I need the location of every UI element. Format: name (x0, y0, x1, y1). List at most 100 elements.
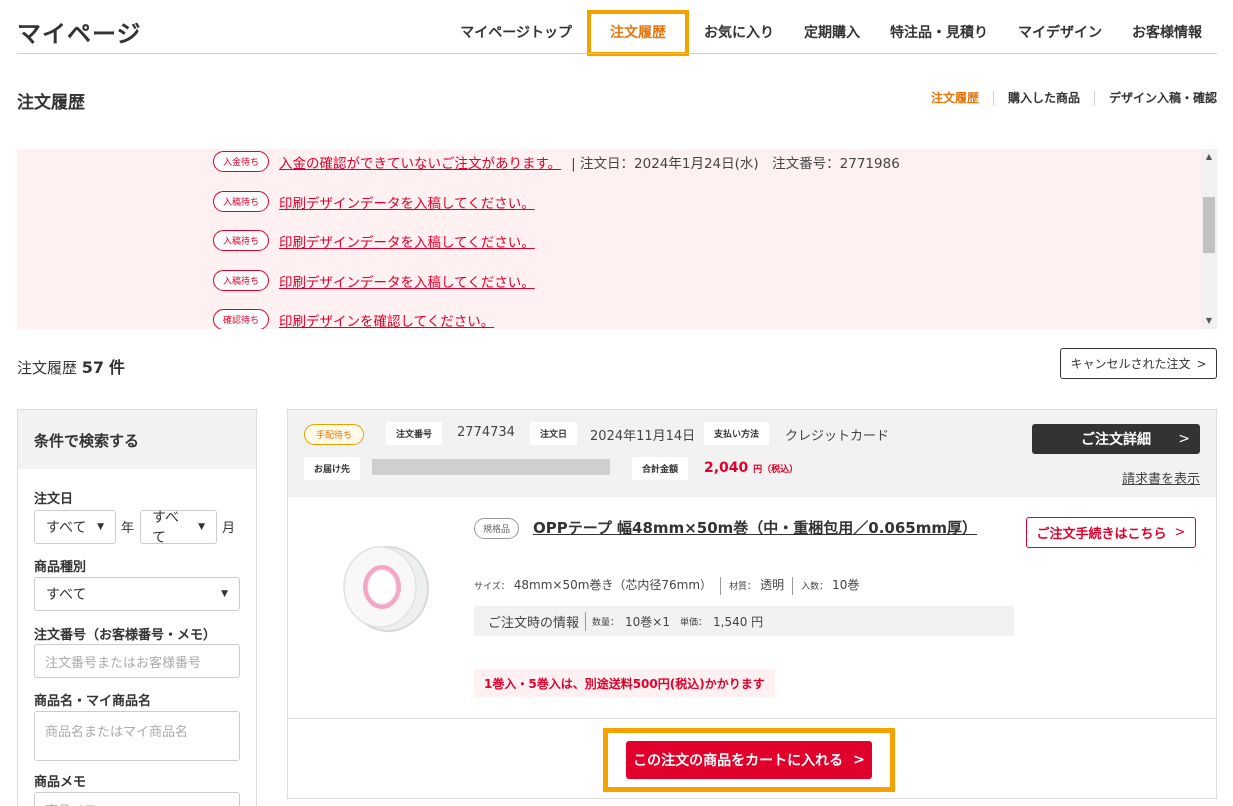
order-procedure-label: ご注文手続きはこちら (1036, 527, 1167, 542)
product-type-label: 商品種別 (34, 560, 87, 575)
order-count-label: 注文履歴 (17, 359, 78, 377)
spec-material: 材質： 透明 (720, 577, 792, 595)
notice-link[interactable]: 印刷デザインデータを入稿してください。 (279, 192, 535, 212)
nav-order-history[interactable]: 注文履歴 (587, 10, 689, 56)
notice-link[interactable]: 印刷デザインデータを入稿してください。 (279, 231, 535, 251)
nav-customer-info[interactable]: お客様情報 (1117, 10, 1217, 56)
scroll-down-icon[interactable]: ▼ (1201, 313, 1217, 329)
total-heading: 合計金額 (632, 457, 689, 480)
product-type-select[interactable]: すべて ▼ (34, 577, 240, 611)
order-header: 手配待ち 注文番号 2774734 注文日 2024年11月14日 支払い方法 … (288, 410, 1216, 497)
status-badge: 確認待ち (213, 309, 270, 329)
order-count-unit: 件 (108, 358, 125, 377)
add-to-cart-label: この注文の商品をカートに入れる (633, 753, 844, 769)
notice-order-info: | 注文日：2024年1月24日(水) 注文番号：2771986 (571, 155, 900, 172)
nav-custom-quote[interactable]: 特注品・見積り (875, 10, 1003, 56)
product-type-value: すべて (46, 587, 87, 603)
notice-panel: 入金待ち 入金の確認ができていないご注文があります。 | 注文日：2024年1月… (17, 149, 1217, 329)
notice-link[interactable]: 印刷デザインを確認してください。 (279, 310, 494, 330)
order-card: 手配待ち 注文番号 2774734 注文日 2024年11月14日 支払い方法 … (287, 409, 1217, 799)
nav-subscription[interactable]: 定期購入 (789, 10, 875, 56)
order-number-label: 注文番号（お客様番号・メモ） (34, 628, 217, 643)
spec-material-label: 材質： (729, 582, 757, 592)
product-name-input[interactable]: 商品名またはマイ商品名 (34, 711, 240, 761)
product-name-link[interactable]: OPPテープ 幅48mm×50m巻（中・重梱包用／0.065mm厚） (533, 517, 977, 538)
spec-per-box-label: 入数： (801, 582, 829, 592)
scroll-up-icon[interactable]: ▲ (1201, 149, 1217, 165)
order-procedure-button[interactable]: ご注文手続きはこちら > (1026, 517, 1196, 548)
header-divider (17, 53, 1217, 54)
order-count-value: 57 (81, 358, 105, 377)
search-heading: 条件で検索する (18, 410, 256, 469)
status-badge: 入金待ち (213, 151, 270, 172)
chevron-right-icon: > (1196, 356, 1207, 371)
spec-size-value: 48mm×50m巻き（芯内径76mm） (513, 578, 713, 592)
notice-item: 入稿待ち 印刷デザインデータを入稿してください。 (213, 270, 535, 291)
unit-price-label: 単価： (680, 617, 708, 628)
nav-favorites[interactable]: お気に入り (689, 10, 789, 56)
cancelled-orders-label: キャンセルされた注文 (1070, 357, 1191, 371)
order-number-value: 2774734 (457, 425, 515, 440)
chevron-right-icon: > (1174, 525, 1186, 540)
order-detail-button[interactable]: ご注文詳細 > (1032, 424, 1200, 454)
status-badge: 入稿待ち (213, 270, 270, 291)
order-time-info-title: ご注文時の情報 (488, 611, 587, 631)
caret-down-icon: ▼ (97, 522, 104, 532)
notice-link[interactable]: 入金の確認ができていないご注文があります。 (279, 152, 561, 172)
caret-down-icon: ▼ (198, 522, 205, 532)
order-date-label: 注文日 (34, 492, 74, 507)
spec-per-box-value: 10巻 (832, 578, 860, 592)
total-price: 2,040 円（税込） (704, 460, 798, 476)
nav-my-design[interactable]: マイデザイン (1003, 10, 1117, 56)
total-price-unit: 円（税込） (753, 465, 799, 475)
page-title: マイページ (17, 20, 142, 48)
sub-navigation: 注文履歴 購入した商品 デザイン入稿・確認 (917, 91, 1217, 105)
status-badge: 入稿待ち (213, 230, 270, 251)
year-select[interactable]: すべて ▼ (34, 510, 116, 544)
product-name-label: 商品名・マイ商品名 (34, 694, 152, 709)
notice-item: 入稿待ち 印刷デザインデータを入稿してください。 (213, 191, 535, 212)
chevron-right-icon: > (1178, 431, 1190, 447)
quantity-label: 数量： (592, 617, 620, 628)
quantity-value: 10巻×1 (625, 614, 670, 629)
order-detail-label: ご注文詳細 (1081, 432, 1151, 448)
order-date-value: 2024年11月14日 (590, 429, 696, 444)
notice-item: 入金待ち 入金の確認ができていないご注文があります。 | 注文日：2024年1月… (213, 151, 900, 172)
nav-mypage-top[interactable]: マイページトップ (445, 10, 587, 56)
unit-price-value: 1,540 円 (713, 614, 764, 629)
product-image (343, 546, 429, 632)
payment-method-heading: 支払い方法 (704, 422, 770, 445)
spec-size-label: サイズ： (474, 582, 510, 592)
notice-scrollbar[interactable]: ▲ ▼ (1201, 149, 1217, 329)
subnav-order-history[interactable]: 注文履歴 (917, 91, 993, 105)
notice-item: 確認待ち 印刷デザインを確認してください。 (213, 309, 494, 329)
subnav-purchased-items[interactable]: 購入した商品 (992, 91, 1094, 105)
section-title: 注文履歴 (17, 93, 85, 113)
payment-method-value: クレジットカード (785, 429, 890, 444)
order-date-heading: 注文日 (530, 422, 578, 445)
notice-link[interactable]: 印刷デザインデータを入稿してください。 (279, 271, 535, 291)
month-select[interactable]: すべて ▼ (140, 510, 217, 546)
spec-size: サイズ： 48mm×50m巻き（芯内径76mm） (474, 577, 720, 595)
total-price-value: 2,040 (704, 460, 749, 476)
cancelled-orders-button[interactable]: キャンセルされた注文 > (1060, 348, 1217, 379)
top-navigation: マイページトップ 注文履歴 お気に入り 定期購入 特注品・見積り マイデザイン … (445, 10, 1217, 56)
order-time-info: ご注文時の情報 数量： 10巻×1 単価： 1,540 円 (474, 606, 1014, 636)
card-divider (288, 718, 1216, 719)
cart-button-highlight: この注文の商品をカートに入れる > (603, 728, 895, 792)
order-number-input[interactable]: 注文番号またはお客様番号 (34, 644, 240, 678)
invoice-link[interactable]: 請求書を表示 (1122, 468, 1200, 487)
order-number-heading: 注文番号 (386, 422, 443, 445)
ship-to-heading: お届け先 (304, 457, 361, 480)
product-memo-input[interactable]: 商品メモ (34, 792, 240, 806)
spec-badge: 規格品 (474, 518, 520, 539)
month-suffix: 月 (222, 521, 236, 536)
search-sidebar: 条件で検索する 注文日 すべて ▼ 年 すべて ▼ 月 商品種別 すべて ▼ 注… (17, 409, 257, 806)
add-to-cart-button[interactable]: この注文の商品をカートに入れる > (626, 741, 872, 779)
shipping-note: 1巻入・5巻入は、別途送料500円(税込)かかります (474, 669, 775, 697)
year-select-value: すべて (46, 520, 87, 536)
scroll-thumb[interactable] (1203, 197, 1215, 253)
order-status-badge: 手配待ち (304, 424, 365, 445)
product-memo-label: 商品メモ (34, 775, 87, 790)
subnav-design-upload[interactable]: デザイン入稿・確認 (1093, 91, 1217, 105)
